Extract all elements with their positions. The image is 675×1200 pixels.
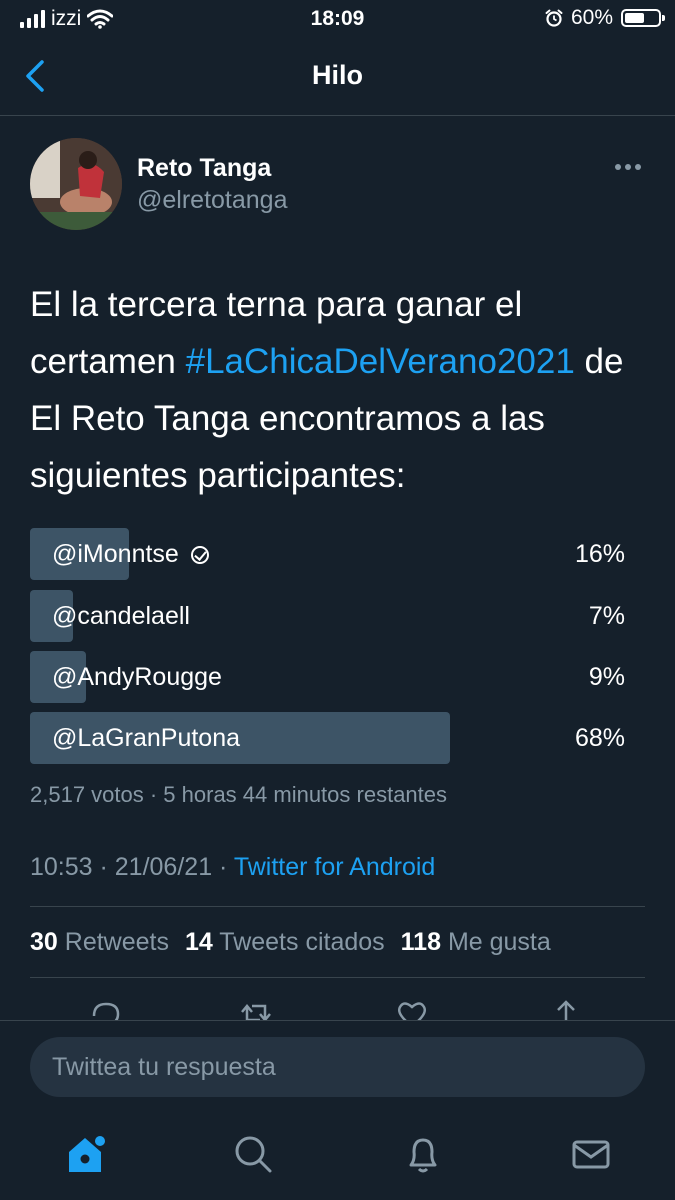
poll-option-percent: 68% [574, 724, 625, 752]
poll-option-percent: 9% [588, 663, 625, 691]
poll-option-percent: 7% [588, 602, 625, 630]
like-icon[interactable] [394, 998, 430, 1022]
quotes-stat[interactable]: 14 Tweets citados [185, 928, 385, 957]
thread-header: Hilo [0, 40, 675, 116]
poll-option-label: @iMonntse [52, 540, 179, 568]
alarm-icon [545, 9, 563, 27]
tweet-timestamp: 10:53 · 21/06/21 · Twitter for Android [30, 853, 435, 882]
poll-option: @LaGranPutona 68% [30, 712, 625, 764]
check-circle-icon [190, 545, 209, 564]
tweet-actions [0, 998, 675, 1022]
page-title: Hilo [312, 60, 363, 90]
source-link[interactable]: Twitter for Android [234, 853, 435, 881]
battery-icon [621, 9, 665, 27]
tweet-text: El la tercera terna para ganar el certam… [30, 276, 640, 504]
tweet-stats: 30 Retweets 14 Tweets citados 118 Me gus… [30, 928, 551, 957]
tweet-time: 10:53 · 21/06/21 · [30, 853, 234, 881]
battery-percent: 60% [570, 6, 613, 29]
divider [30, 906, 645, 907]
avatar-image [30, 138, 122, 230]
author-handle[interactable]: @elretotanga [137, 186, 287, 215]
retweet-icon[interactable] [238, 998, 274, 1022]
poll-option-percent: 16% [574, 540, 625, 568]
more-options-icon[interactable] [615, 160, 645, 174]
reply-icon[interactable] [88, 998, 124, 1022]
avatar[interactable] [30, 138, 122, 230]
messages-icon[interactable] [569, 1132, 613, 1176]
search-icon[interactable] [231, 1132, 275, 1176]
poll-option: @candelaell 7% [30, 590, 625, 642]
hashtag-link[interactable]: #LaChicaDelVerano2021 [186, 342, 575, 381]
share-icon[interactable] [548, 998, 584, 1022]
status-right-group: 60% [545, 6, 665, 30]
retweets-stat[interactable]: 30 Retweets [30, 928, 169, 957]
poll-option: @AndyRougge 9% [30, 651, 625, 703]
poll-option-label: @AndyRougge [52, 663, 222, 691]
poll-option: @iMonntse 16% [30, 528, 625, 580]
likes-stat[interactable]: 118 Me gusta [401, 928, 551, 957]
poll-meta: 2,517 votos · 5 horas 44 minutos restant… [30, 782, 448, 807]
reply-placeholder: Twittea tu respuesta [52, 1053, 276, 1081]
divider [30, 977, 645, 978]
reply-input[interactable]: Twittea tu respuesta [30, 1037, 645, 1097]
poll-option-label: @candelaell [52, 602, 190, 630]
status-bar: izzi 18:09 60% [0, 0, 675, 40]
home-icon[interactable] [63, 1132, 107, 1176]
author-name[interactable]: Reto Tanga [137, 154, 271, 183]
poll-option-label: @LaGranPutona [52, 724, 241, 752]
notifications-icon[interactable] [401, 1132, 445, 1176]
